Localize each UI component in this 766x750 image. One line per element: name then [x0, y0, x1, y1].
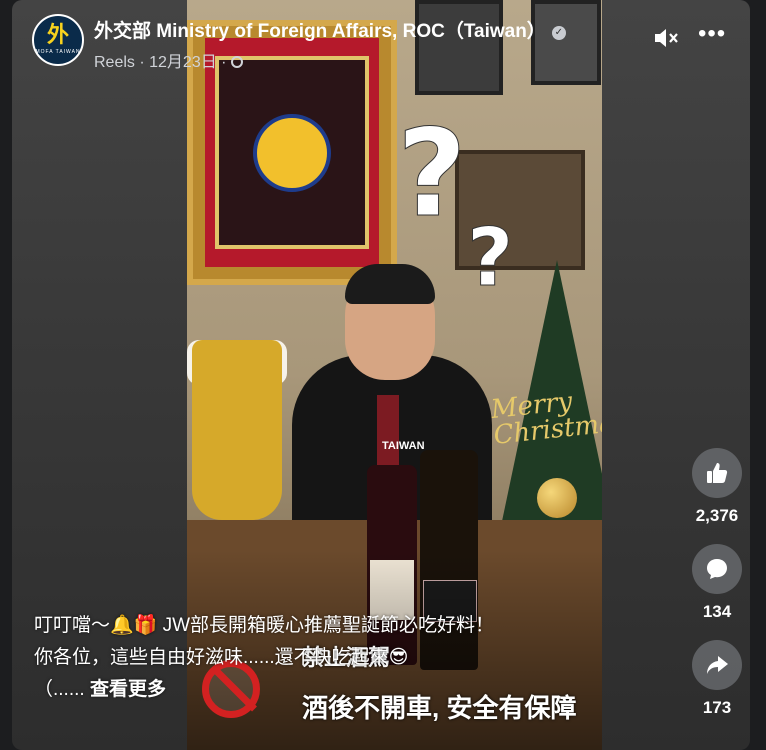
- thumbs-up-icon: [707, 463, 728, 483]
- comment-bubble-icon: [707, 559, 727, 579]
- share-count: 173: [702, 698, 732, 717]
- speaker-muted-icon: [655, 29, 678, 47]
- share-button[interactable]: [692, 640, 742, 690]
- reel-header: 外 MOFA TAIWAN 外交部 Ministry of Foreign Af…: [32, 10, 730, 72]
- tie: [377, 395, 399, 465]
- post-meta: Reels · 12月23日 ·: [94, 48, 243, 72]
- merry-christmas-sign: Merry Christmas: [489, 386, 602, 451]
- reel-frame: Merry Christmas TAIWAN ? ? 外 MOFA TAIWAN…: [12, 0, 750, 750]
- caption-line: 你各位，這些自由好滋味......還不快吃起來😎: [34, 647, 409, 668]
- svg-text:?: ?: [467, 211, 513, 295]
- question-marks: ? ?: [397, 105, 514, 296]
- verified-badge-icon: ✓: [551, 26, 566, 40]
- more-options-button[interactable]: •••: [698, 22, 726, 52]
- caption-ellipsis: （......: [34, 679, 85, 700]
- see-more-link[interactable]: 查看更多: [90, 679, 166, 700]
- like-count: 2,376: [695, 506, 739, 525]
- comment-action: 134: [682, 544, 750, 622]
- svg-text:?: ?: [397, 105, 467, 244]
- globe-icon: [230, 56, 243, 68]
- avatar-logo: 外: [46, 23, 69, 48]
- share-action: 173: [682, 640, 750, 718]
- caption-line: 叮叮噹～🔔🎁 JW部長開箱暖心推薦聖誕節必吃好料！: [34, 615, 495, 636]
- caption-line: （...... 查看更多: [34, 674, 614, 706]
- avatar-caption: MOFA TAIWAN: [35, 49, 81, 55]
- share-arrow-icon: [707, 656, 728, 674]
- like-action: 2,376: [682, 448, 750, 526]
- reel-caption: 叮叮噹～🔔🎁 JW部長開箱暖心推薦聖誕節必吃好料！ 你各位，這些自由好滋味...…: [34, 610, 614, 706]
- like-button[interactable]: [692, 448, 742, 498]
- ornament: [537, 478, 577, 518]
- page-avatar[interactable]: 外 MOFA TAIWAN: [32, 14, 84, 66]
- comment-button[interactable]: [692, 544, 742, 594]
- comment-count: 134: [702, 602, 732, 621]
- mute-button[interactable]: [652, 24, 680, 52]
- page-name[interactable]: 外交部 Ministry of Foreign Affairs, ROC（Tai…: [94, 21, 546, 42]
- christmas-stocking: [192, 340, 282, 520]
- reel-actions: 2,376 134 173: [682, 448, 750, 736]
- jacket-badge: TAIWAN: [382, 440, 425, 452]
- page-name-row: 外交部 Ministry of Foreign Affairs, ROC（Tai…: [94, 16, 566, 43]
- post-meta-text[interactable]: Reels · 12月23日 ·: [94, 54, 227, 71]
